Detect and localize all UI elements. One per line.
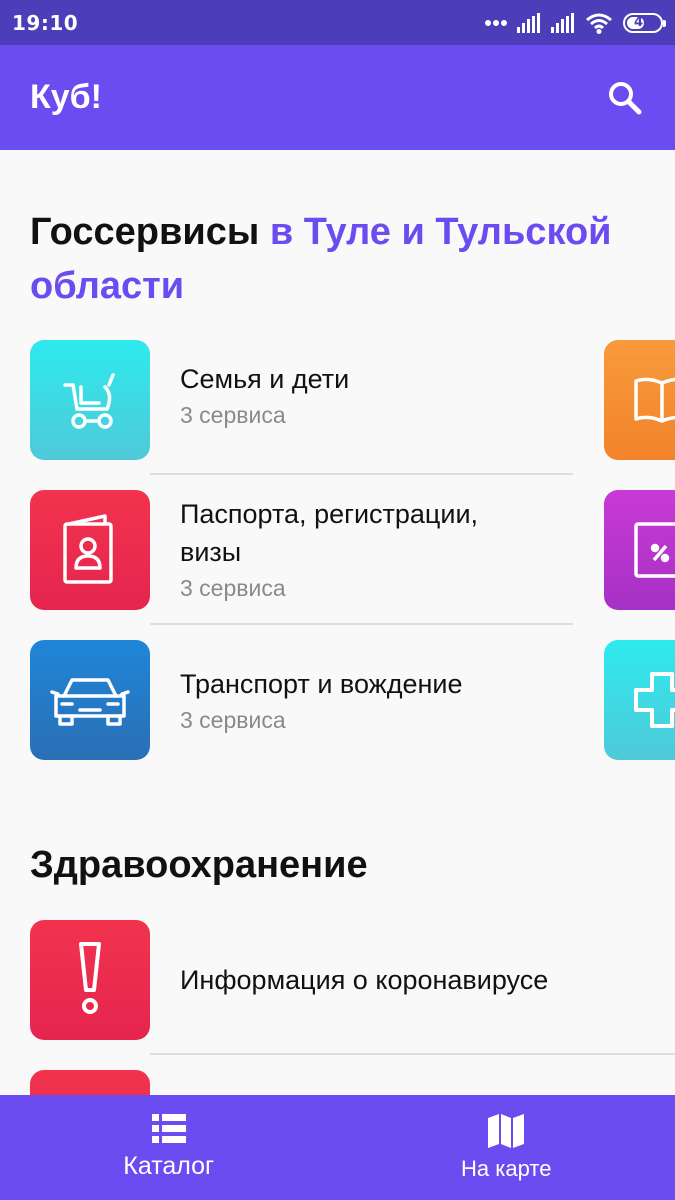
category-subtitle: 3 сервиса	[180, 575, 286, 601]
category-coronavirus-text: Информация о коронавирусе	[180, 961, 650, 999]
divider	[150, 473, 573, 475]
section-title-gosservices: Госсервисы в Туле и Тульской области	[30, 205, 612, 313]
section-title-accent: в Туле и Тульской	[269, 211, 612, 253]
signal-icon	[517, 12, 540, 33]
category-transport-text: Транспорт и вождение 3 сервиса	[180, 665, 600, 737]
category-passports[interactable]: Паспорта, регистрации, визы 3 сервиса	[30, 490, 675, 610]
divider	[150, 623, 573, 625]
wifi-icon	[586, 13, 612, 34]
category-peek-education[interactable]	[604, 340, 675, 460]
tile-transport	[30, 640, 150, 760]
category-title: Семья и дети	[180, 364, 350, 394]
category-peek-health[interactable]	[604, 640, 675, 760]
list-icon	[151, 1114, 186, 1143]
nav-map-label: На карте	[461, 1155, 552, 1181]
percent-document-icon	[634, 522, 675, 578]
category-title: Транспорт и вождение	[180, 669, 463, 699]
category-transport[interactable]: Транспорт и вождение 3 сервиса	[30, 640, 675, 760]
category-passports-text: Паспорта, регистрации, визы 3 сервиса	[180, 495, 600, 605]
status-icons: 48	[485, 12, 666, 34]
category-subtitle: 3 сервиса	[180, 707, 286, 733]
nav-map[interactable]: На карте	[338, 1095, 675, 1200]
catalog-content[interactable]: Госсервисы в Туле и Тульской области Сем…	[0, 150, 675, 1095]
battery-level: 48	[633, 15, 653, 30]
exclamation-icon	[79, 942, 101, 1014]
search-icon	[609, 81, 642, 114]
map-icon	[488, 1113, 525, 1148]
category-peek-taxes[interactable]	[604, 490, 675, 610]
category-title: Паспорта, регистрации, визы	[180, 495, 600, 571]
category-family[interactable]: Семья и дети 3 сервиса	[30, 340, 675, 460]
plus-icon	[634, 672, 675, 728]
bottom-navigation: Каталог На карте	[0, 1095, 675, 1200]
battery-icon: 48	[623, 12, 666, 33]
category-family-text: Семья и дети 3 сервиса	[180, 360, 600, 432]
passport-icon	[63, 514, 113, 584]
category-title: Информация о коронавирусе	[180, 965, 549, 995]
tile-passports	[30, 490, 150, 610]
tile-coronavirus	[30, 920, 150, 1040]
nav-catalog-label: Каталог	[123, 1152, 215, 1180]
tile-family	[30, 340, 150, 460]
section-title-accent-2: области	[30, 265, 185, 307]
category-title-line1: Паспорта, регистрации,	[180, 499, 479, 529]
more-dots-icon	[485, 19, 507, 26]
nav-catalog[interactable]: Каталог	[0, 1095, 338, 1200]
search-button[interactable]	[603, 76, 647, 120]
status-time: 19:10	[12, 10, 79, 35]
app-title: Куб!	[30, 78, 102, 116]
category-subtitle: 3 сервиса	[180, 402, 286, 428]
status-bar: 19:10 48	[0, 0, 675, 45]
section-title-plain: Госсервисы	[30, 211, 260, 253]
category-coronavirus[interactable]: Информация о коронавирусе	[30, 920, 675, 1040]
app-bar: Куб!	[0, 45, 675, 150]
car-icon	[50, 678, 130, 726]
book-icon	[634, 377, 675, 423]
tile-next-category[interactable]	[30, 1070, 150, 1095]
section-title-healthcare: Здравоохранение	[30, 844, 368, 886]
signal-icon	[551, 12, 574, 33]
stroller-icon	[63, 373, 115, 429]
category-title-line2: визы	[180, 537, 242, 567]
divider	[150, 1053, 675, 1055]
